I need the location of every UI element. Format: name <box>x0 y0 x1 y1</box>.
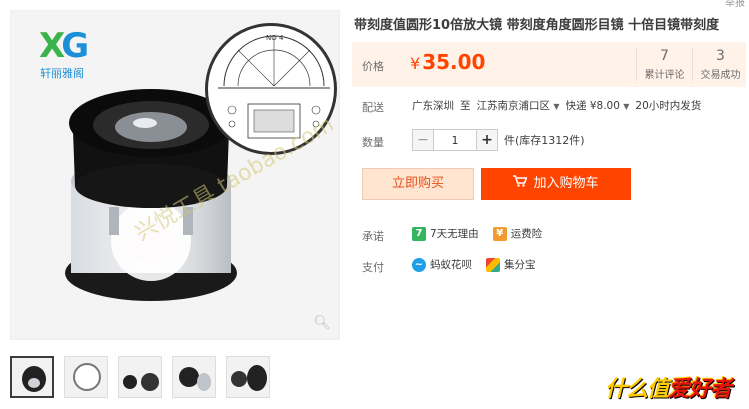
payment-row: ~ 蚂蚁花呗 集分宝 <box>412 257 536 272</box>
shipping-row: 广东深圳 至 江苏南京浦口区 ▼ 快递 ¥8.00 ▼ 20小时内发货 <box>412 98 701 113</box>
thumbnail-4[interactable] <box>172 356 216 398</box>
promise-label: 承诺 <box>362 230 384 243</box>
zoom-icon[interactable]: 🔍︎ <box>313 315 331 331</box>
stat-sales: 3 交易成功 <box>692 48 748 81</box>
ship-method-select[interactable]: 快递 ¥8.00 ▼ <box>566 98 630 113</box>
quantity-input[interactable] <box>434 129 476 151</box>
main-product-image[interactable]: XG 轩丽雅阁 NO 4 兴悦工具 taobao.com 🔍︎ <box>10 10 340 340</box>
promise-insurance[interactable]: ¥ 运费险 <box>492 226 542 241</box>
price-label: 价格 <box>362 60 384 73</box>
payment-huabei[interactable]: ~ 蚂蚁花呗 <box>412 257 472 272</box>
cart-icon <box>513 168 529 200</box>
seven-day-icon: 7 <box>412 227 426 241</box>
thumbnail-2[interactable] <box>64 356 108 398</box>
ship-to-select[interactable]: 江苏南京浦口区 ▼ <box>477 98 560 113</box>
brand-logo: 什么值爱好者 <box>604 377 732 402</box>
promise-7day[interactable]: 7 7天无理由 <box>412 226 479 241</box>
jifenbao-icon <box>486 258 500 272</box>
product-title: 带刻度值圆形10倍放大镜 带刻度角度圆形目镜 十倍目镜带刻度 <box>354 18 720 33</box>
shipping-label: 配送 <box>362 101 384 114</box>
thumbnail-strip <box>10 356 270 398</box>
reticle-label: NO 4 <box>266 34 284 42</box>
chevron-down-icon: ▼ <box>553 102 560 111</box>
promise-row: 7 7天无理由 ¥ 运费险 <box>412 226 542 241</box>
buy-now-button[interactable]: 立即购买 <box>362 168 474 200</box>
price-value: ¥35.00 <box>410 50 486 74</box>
price-box: 价格 ¥35.00 7 累计评论 3 交易成功 <box>352 42 746 87</box>
report-link[interactable]: 举报 <box>725 0 745 9</box>
insurance-icon: ¥ <box>492 227 507 241</box>
add-to-cart-button[interactable]: 加入购物车 <box>481 168 631 200</box>
quantity-stepper: − + 件(库存1312件) <box>412 129 585 151</box>
dispatch-time: 20小时内发货 <box>635 100 702 112</box>
payment-label: 支付 <box>362 261 384 274</box>
thumbnail-1[interactable] <box>10 356 54 398</box>
thumbnail-3[interactable] <box>118 356 162 398</box>
thumbnail-5[interactable] <box>226 356 270 398</box>
stock-count: 件(库存1312件) <box>504 134 585 147</box>
stat-reviews[interactable]: 7 累计评论 <box>636 48 692 81</box>
huabei-icon: ~ <box>412 258 426 272</box>
chevron-down-icon: ▼ <box>623 102 630 111</box>
ship-from: 广东深圳 <box>412 100 454 112</box>
ship-to-word: 至 <box>460 100 471 112</box>
quantity-label: 数量 <box>362 136 384 149</box>
quantity-increase-button[interactable]: + <box>476 129 498 151</box>
payment-jifenbao[interactable]: 集分宝 <box>486 257 536 272</box>
quantity-decrease-button[interactable]: − <box>412 129 434 151</box>
